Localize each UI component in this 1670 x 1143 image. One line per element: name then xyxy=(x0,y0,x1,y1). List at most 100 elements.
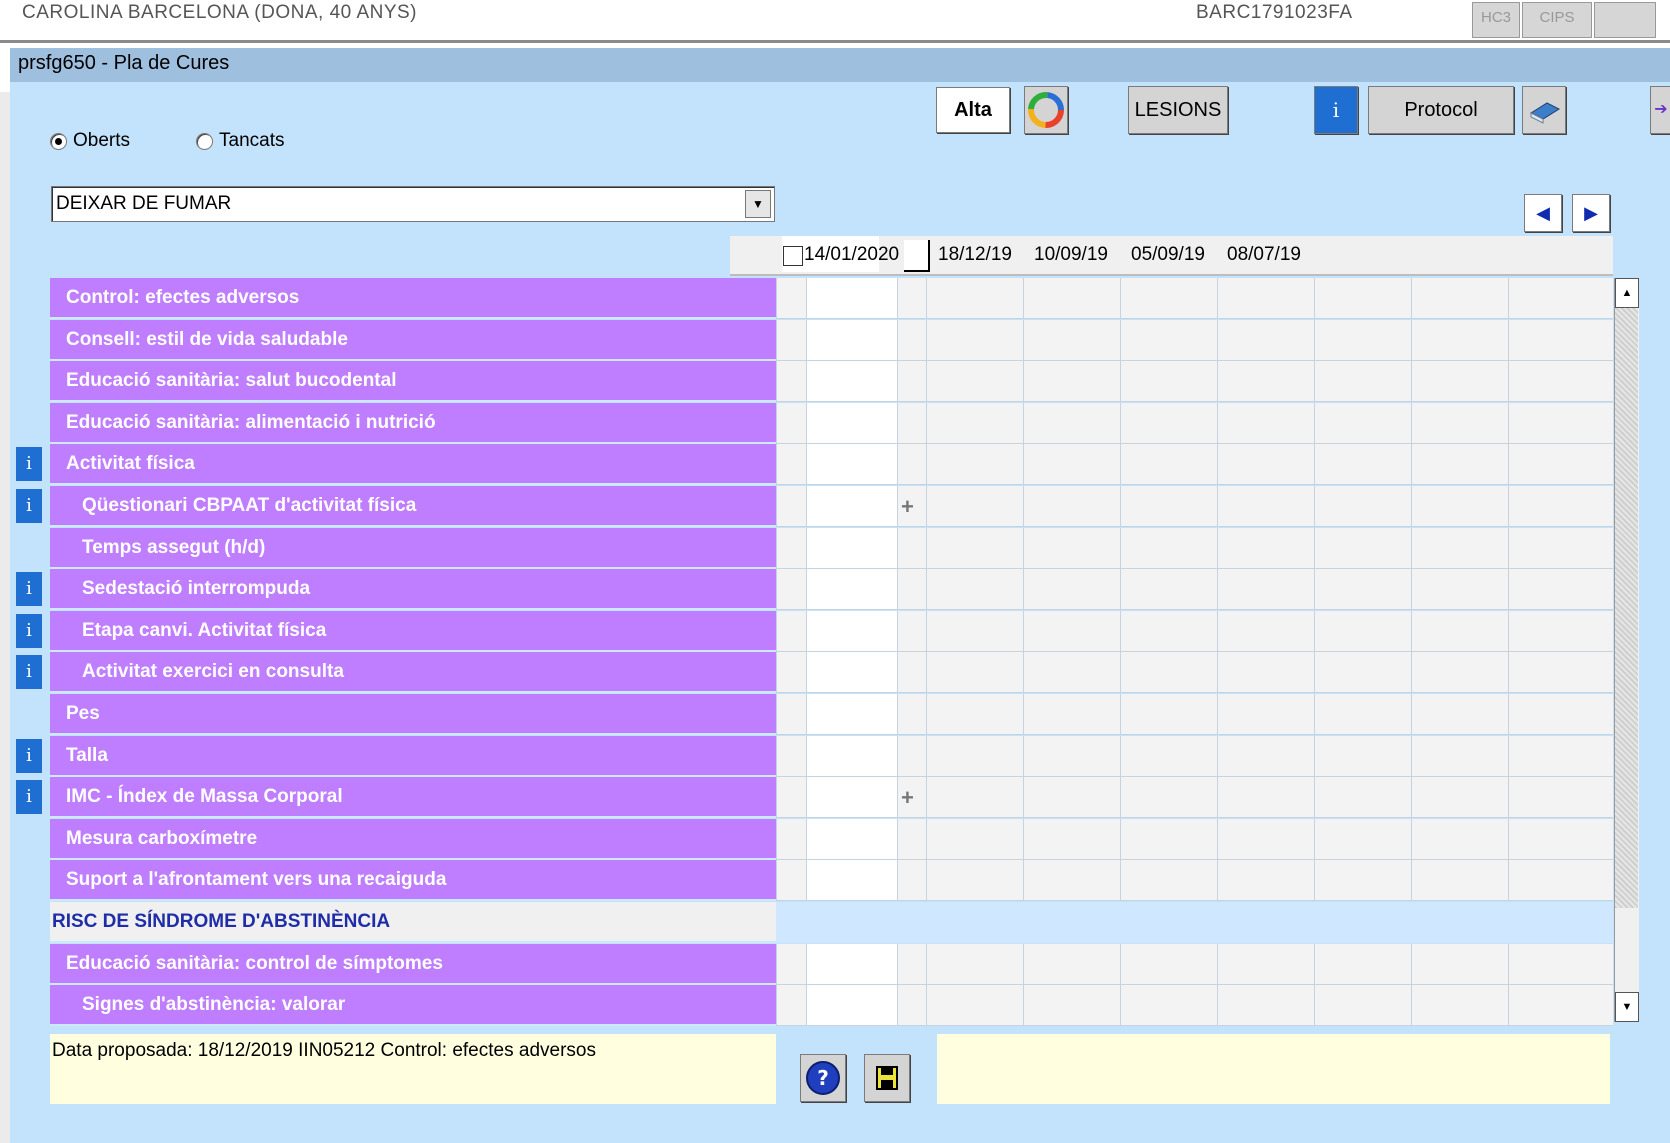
table-row[interactable]: Mesura carboxímetre xyxy=(50,818,1613,860)
notes-box[interactable] xyxy=(937,1034,1610,1104)
table-row[interactable]: Sedestació interrompuda xyxy=(50,569,1613,611)
current-date-cell[interactable] xyxy=(806,569,897,611)
row-cells[interactable] xyxy=(776,902,1613,943)
current-date-cell[interactable] xyxy=(806,818,897,860)
book-button[interactable] xyxy=(1522,86,1566,134)
activity-label[interactable]: Educació sanitària: alimentació i nutric… xyxy=(50,402,776,444)
chevron-down-icon[interactable]: ▼ xyxy=(745,190,771,218)
row-cells[interactable] xyxy=(776,319,1613,361)
current-date-cell[interactable] xyxy=(806,402,897,444)
activity-label[interactable]: Etapa canvi. Activitat física xyxy=(50,610,776,652)
row-cells[interactable] xyxy=(776,818,1613,860)
current-date-cell[interactable] xyxy=(806,985,897,1027)
table-row[interactable]: Pes xyxy=(50,694,1613,735)
scroll-thumb[interactable] xyxy=(1615,308,1638,908)
current-date-cell[interactable] xyxy=(806,361,897,403)
activity-label[interactable]: Consell: estil de vida saludable xyxy=(50,319,776,361)
activity-label[interactable]: Qüestionari CBPAAT d'activitat física xyxy=(50,486,776,527)
row-cells[interactable] xyxy=(776,735,1613,777)
section-header-row[interactable]: RISC DE SÍNDROME D'ABSTINÈNCIA xyxy=(50,902,1613,943)
new-visit-icon[interactable] xyxy=(904,240,930,272)
filter-closed-radio[interactable]: Tancats xyxy=(196,130,284,152)
row-cells[interactable] xyxy=(776,569,1613,611)
table-row[interactable]: Talla xyxy=(50,735,1613,777)
row-cells[interactable] xyxy=(776,278,1613,319)
info-icon[interactable]: i xyxy=(16,780,42,815)
info-icon[interactable]: i xyxy=(1314,86,1358,134)
scroll-up-icon[interactable]: ▲ xyxy=(1615,278,1639,308)
current-date-cell[interactable] xyxy=(806,777,897,819)
row-cells[interactable] xyxy=(776,860,1613,902)
radio-unchecked-icon[interactable] xyxy=(196,132,213,150)
table-row[interactable]: Signes d'abstinència: valorar xyxy=(50,985,1613,1027)
activity-label[interactable]: Educació sanitària: salut bucodental xyxy=(50,361,776,403)
current-date-cell[interactable] xyxy=(806,735,897,777)
info-icon[interactable]: i xyxy=(16,572,42,607)
info-icon[interactable]: i xyxy=(16,613,42,648)
activity-label[interactable]: Talla xyxy=(50,735,776,777)
table-row[interactable]: Suport a l'afrontament vers una recaigud… xyxy=(50,860,1613,902)
lesions-button[interactable]: LESIONS xyxy=(1128,86,1228,134)
current-date-cell[interactable] xyxy=(806,444,897,486)
table-row[interactable]: IMC - Índex de Massa Corporal + xyxy=(50,777,1613,819)
activity-label[interactable]: Mesura carboxímetre xyxy=(50,818,776,860)
cips-button[interactable]: CIPS xyxy=(1522,2,1592,38)
help-button[interactable]: ? xyxy=(800,1054,846,1102)
info-icon[interactable]: i xyxy=(16,489,42,523)
info-icon[interactable]: i xyxy=(16,447,42,482)
activity-label[interactable]: Sedestació interrompuda xyxy=(50,569,776,611)
diagnosis-select[interactable]: DEIXAR DE FUMAR ▼ xyxy=(51,186,775,222)
table-row[interactable]: Consell: estil de vida saludable xyxy=(50,319,1613,361)
save-button[interactable] xyxy=(864,1054,910,1102)
triangle-left-icon[interactable]: ◀ xyxy=(1524,194,1562,232)
table-row[interactable]: Control: efectes adversos xyxy=(50,278,1613,319)
activity-label[interactable]: Activitat exercici en consulta xyxy=(50,652,776,694)
current-date-cell[interactable] xyxy=(806,527,897,569)
info-icon[interactable]: i xyxy=(16,655,42,690)
activity-label[interactable]: Signes d'abstinència: valorar xyxy=(50,985,776,1027)
row-cells[interactable] xyxy=(776,610,1613,652)
activity-label[interactable]: Activitat física xyxy=(50,444,776,486)
table-row[interactable]: Educació sanitària: salut bucodental xyxy=(50,361,1613,403)
current-date-cell[interactable] xyxy=(806,278,897,319)
section-title[interactable]: RISC DE SÍNDROME D'ABSTINÈNCIA xyxy=(50,902,776,943)
info-icon[interactable]: i xyxy=(16,738,42,773)
table-row[interactable]: Educació sanitària: alimentació i nutric… xyxy=(50,402,1613,444)
plus-icon[interactable]: + xyxy=(901,785,914,811)
triangle-right-icon[interactable]: ▶ xyxy=(1572,194,1610,232)
activity-label[interactable]: Pes xyxy=(50,694,776,735)
refresh-button[interactable] xyxy=(1024,86,1068,134)
plus-icon[interactable]: + xyxy=(901,494,914,520)
row-cells[interactable] xyxy=(776,402,1613,444)
protocol-button[interactable]: Protocol xyxy=(1368,86,1514,134)
current-date-cell[interactable] xyxy=(806,486,897,527)
activity-label[interactable]: IMC - Índex de Massa Corporal xyxy=(50,777,776,819)
activity-label[interactable]: Control: efectes adversos xyxy=(50,278,776,319)
table-row[interactable]: Qüestionari CBPAAT d'activitat física + xyxy=(50,486,1613,527)
activity-label[interactable]: Educació sanitària: control de símptomes xyxy=(50,943,776,985)
row-cells[interactable] xyxy=(776,444,1613,486)
more-button[interactable] xyxy=(1594,2,1656,38)
current-date-cell[interactable] xyxy=(806,610,897,652)
current-date-cell[interactable] xyxy=(806,694,897,735)
activity-label[interactable]: Suport a l'afrontament vers una recaigud… xyxy=(50,860,776,902)
row-cells[interactable] xyxy=(776,652,1613,694)
row-cells[interactable] xyxy=(776,527,1613,569)
table-row[interactable]: Educació sanitària: control de símptomes xyxy=(50,943,1613,985)
current-date-cell[interactable] xyxy=(806,319,897,361)
scroll-down-icon[interactable]: ▼ xyxy=(1615,992,1639,1022)
select-all-checkbox[interactable] xyxy=(783,246,803,266)
row-cells[interactable] xyxy=(776,985,1613,1027)
table-row[interactable]: Activitat física xyxy=(50,444,1613,486)
current-date-cell[interactable] xyxy=(806,652,897,694)
vertical-scrollbar[interactable]: ▲ ▼ xyxy=(1614,278,1639,1022)
row-cells[interactable]: + xyxy=(776,486,1613,527)
row-cells[interactable] xyxy=(776,361,1613,403)
hc3-button[interactable]: HC3 xyxy=(1472,2,1520,38)
row-cells[interactable]: + xyxy=(776,777,1613,819)
activity-label[interactable]: Temps assegut (h/d) xyxy=(50,527,776,569)
filter-open-radio[interactable]: Oberts xyxy=(50,130,130,152)
current-date-cell[interactable] xyxy=(806,943,897,985)
alta-button[interactable]: Alta xyxy=(936,87,1010,133)
row-cells[interactable] xyxy=(776,694,1613,735)
